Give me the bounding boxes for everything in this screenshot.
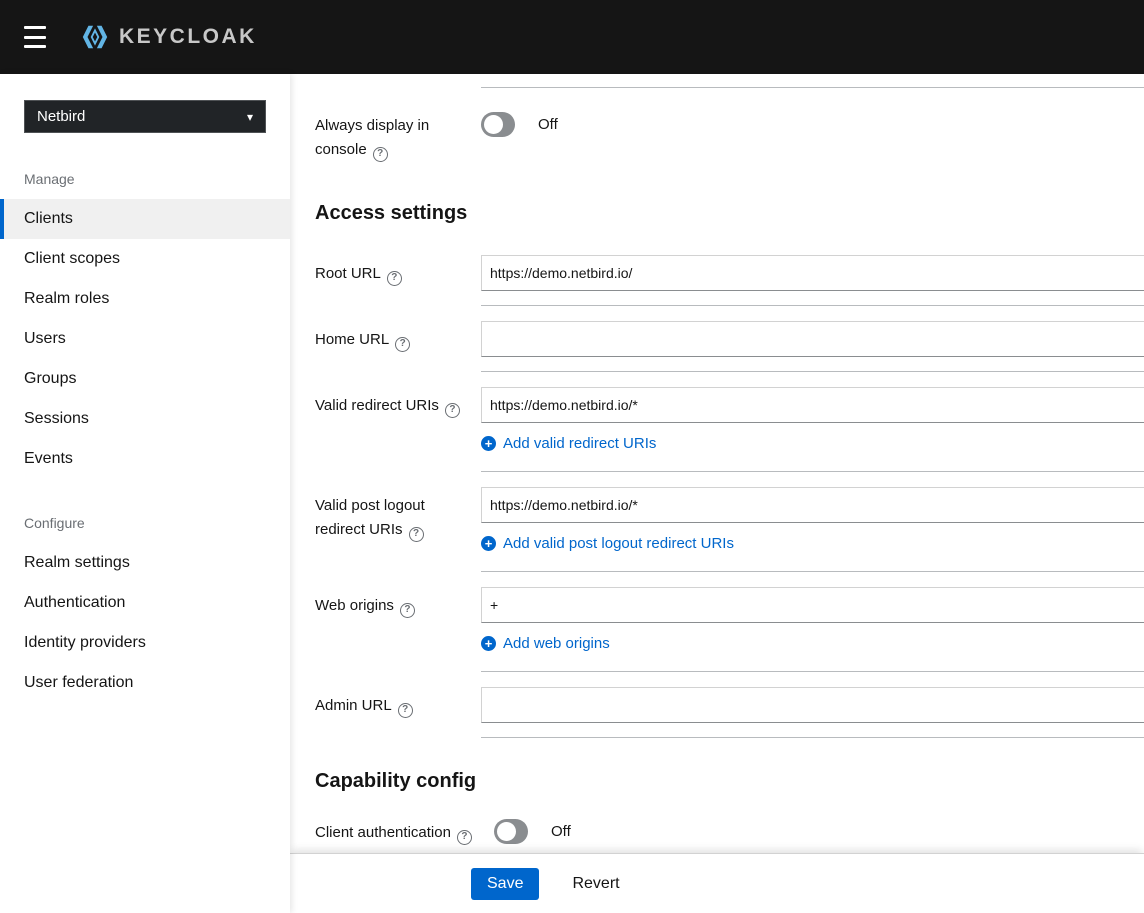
nav-section-title: Configure <box>24 515 85 531</box>
main-content: Always display in console? Off Access se… <box>290 74 1144 913</box>
help-icon[interactable]: ? <box>397 702 413 718</box>
sidebar-item-realm-settings[interactable]: Realm settings <box>0 543 290 583</box>
sidebar-item-sessions[interactable]: Sessions <box>0 399 290 439</box>
sidebar-item-user-federation[interactable]: User federation <box>0 663 290 703</box>
client-settings-form: Always display in console? Off Access se… <box>290 74 1144 853</box>
valid-redirect-uris-label: Valid redirect URIs? <box>315 387 481 418</box>
masthead: KEYCLOAK <box>0 0 1144 74</box>
nav-toggle-button[interactable] <box>24 26 48 48</box>
client-authentication-label: Client authentication? <box>315 819 481 845</box>
sidebar-item-clients[interactable]: Clients <box>0 199 290 239</box>
add-web-origins-button[interactable]: + Add web origins <box>481 635 610 652</box>
field-root-url: Root URL? <box>315 255 1144 306</box>
plus-circle-icon: + <box>481 436 496 451</box>
field-web-origins: Web origins? + Add web origins <box>315 587 1144 672</box>
help-icon[interactable]: ? <box>408 526 424 542</box>
field-always-display-in-console: Always display in console? Off <box>315 112 1144 162</box>
client-authentication-toggle[interactable] <box>494 819 528 844</box>
field-valid-redirect-uris: Valid redirect URIs? + Add valid redirec… <box>315 387 1144 472</box>
nav-section-title: Manage <box>24 171 75 187</box>
help-icon[interactable]: ? <box>395 336 411 352</box>
cut-off-input <box>481 74 1144 88</box>
always-display-label: Always display in console? <box>315 112 481 162</box>
sidebar-item-authentication[interactable]: Authentication <box>0 583 290 623</box>
home-url-input[interactable] <box>481 321 1144 357</box>
access-settings-heading: Access settings <box>315 202 468 224</box>
capability-config-heading: Capability config <box>315 770 477 792</box>
help-icon[interactable]: ? <box>399 602 415 618</box>
help-icon[interactable]: ? <box>372 146 388 162</box>
realm-selector[interactable]: Netbird ▾ <box>24 100 266 133</box>
nav-section-manage: Manage Clients Client scopes Realm roles… <box>0 171 290 479</box>
nav-section-configure: Configure Realm settings Authentication … <box>0 515 290 703</box>
always-display-toggle[interactable] <box>481 112 515 137</box>
field-home-url: Home URL? <box>315 321 1144 372</box>
help-icon[interactable]: ? <box>386 270 402 286</box>
sidebar-item-identity-providers[interactable]: Identity providers <box>0 623 290 663</box>
revert-button[interactable]: Revert <box>572 875 619 893</box>
chevron-down-icon: ▾ <box>246 109 253 124</box>
add-valid-post-logout-redirect-uris-button[interactable]: + Add valid post logout redirect URIs <box>481 535 734 552</box>
keycloak-logo-icon <box>82 25 108 49</box>
client-authentication-state: Off <box>551 823 571 840</box>
sidebar-item-users[interactable]: Users <box>0 319 290 359</box>
field-admin-url: Admin URL? <box>315 687 1144 738</box>
sidebar-item-realm-roles[interactable]: Realm roles <box>0 279 290 319</box>
root-url-label: Root URL? <box>315 255 481 286</box>
field-valid-post-logout-redirect-uris: Valid post logout redirect URIs? + Add v… <box>315 487 1144 572</box>
help-icon[interactable]: ? <box>456 829 472 845</box>
save-button[interactable]: Save <box>471 867 540 900</box>
valid-post-logout-redirect-uris-input[interactable] <box>481 487 1144 523</box>
admin-url-input[interactable] <box>481 687 1144 723</box>
web-origins-input[interactable] <box>481 587 1144 623</box>
web-origins-label: Web origins? <box>315 587 481 618</box>
valid-redirect-uris-input[interactable] <box>481 387 1144 423</box>
realm-selector-value: Netbird <box>37 108 86 125</box>
brand-logo[interactable]: KEYCLOAK <box>80 22 257 52</box>
plus-circle-icon: + <box>481 536 496 551</box>
admin-url-label: Admin URL? <box>315 687 481 718</box>
form-action-bar: Save Revert <box>290 853 1144 913</box>
field-client-authentication: Client authentication? Off <box>315 819 1144 845</box>
sidebar-item-client-scopes[interactable]: Client scopes <box>0 239 290 279</box>
always-display-state: Off <box>538 116 558 133</box>
root-url-input[interactable] <box>481 255 1144 291</box>
help-icon[interactable]: ? <box>444 402 460 418</box>
plus-circle-icon: + <box>481 636 496 651</box>
sidebar-item-events[interactable]: Events <box>0 439 290 479</box>
sidebar: Netbird ▾ Manage Clients Client scopes R… <box>0 74 290 913</box>
add-valid-redirect-uris-button[interactable]: + Add valid redirect URIs <box>481 435 656 452</box>
sidebar-item-groups[interactable]: Groups <box>0 359 290 399</box>
home-url-label: Home URL? <box>315 321 481 352</box>
brand-text: KEYCLOAK <box>119 25 257 48</box>
valid-post-logout-label: Valid post logout redirect URIs? <box>315 487 481 542</box>
hamburger-icon <box>24 26 46 29</box>
